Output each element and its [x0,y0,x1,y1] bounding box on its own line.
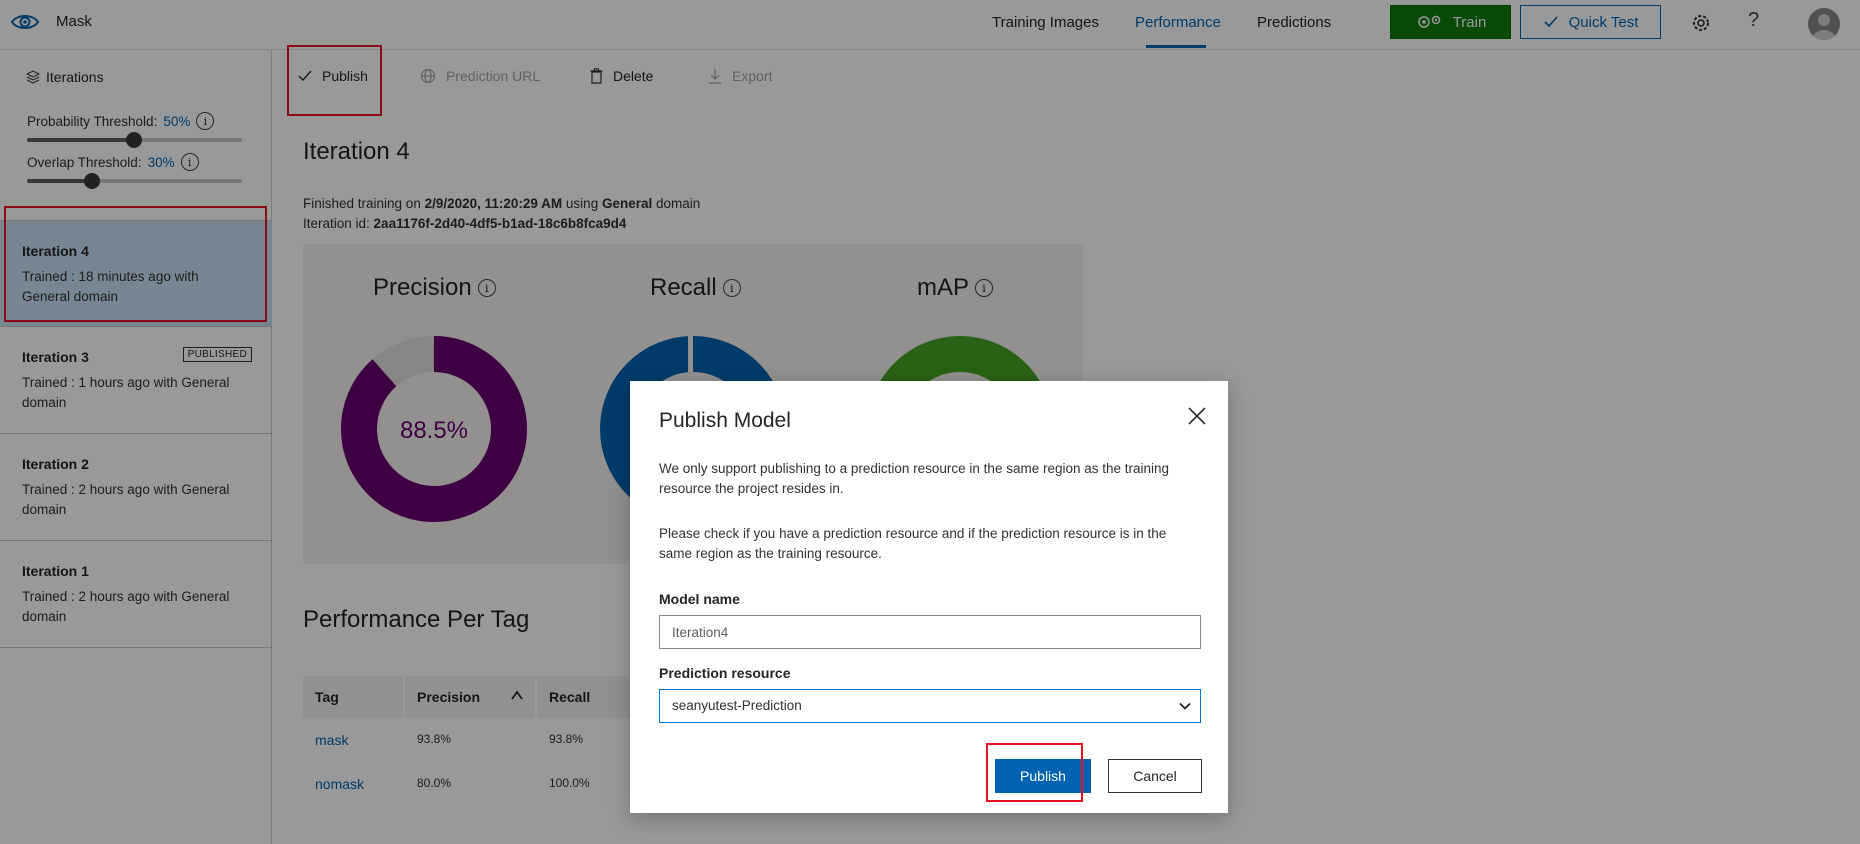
publish-model-dialog: Publish Model We only support publishing… [630,381,1228,813]
highlight-publish-button [986,743,1083,802]
dialog-text-region: We only support publishing to a predicti… [659,461,1170,496]
close-icon[interactable] [1186,405,1208,427]
cancel-button[interactable]: Cancel [1108,759,1202,793]
prediction-resource-value: seanyutest-Prediction [672,698,802,713]
prediction-resource-select[interactable]: seanyutest-Prediction [659,689,1201,723]
dialog-text-check: Please check if you have a prediction re… [659,526,1167,561]
model-name-input[interactable] [659,615,1201,649]
chevron-down-icon [1179,702,1191,710]
prediction-resource-label: Prediction resource [659,665,791,681]
model-name-label: Model name [659,591,740,607]
dialog-title: Publish Model [659,409,791,432]
